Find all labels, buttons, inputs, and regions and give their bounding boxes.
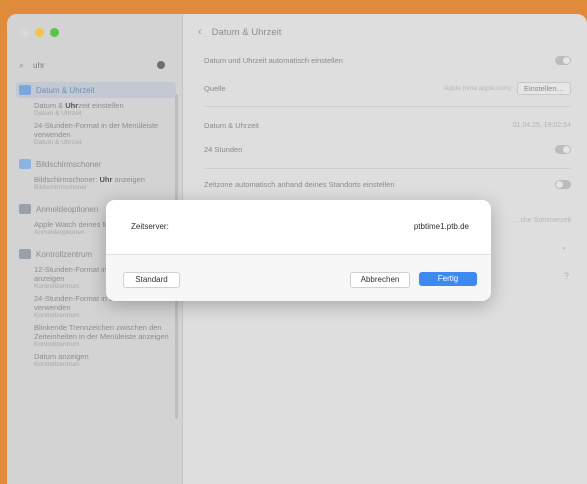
done-button[interactable]: Fertig bbox=[419, 272, 477, 286]
source-value: Apple (time.apple.com) bbox=[444, 85, 511, 92]
result-group: Bildschirmschoner Bildschirmschoner: Uhr … bbox=[16, 156, 176, 192]
search-input[interactable]: uhr bbox=[33, 61, 157, 70]
result-path: Kontrollzentrum bbox=[34, 341, 80, 348]
result-group: Datum & Uhrzeit Datum & Uhrzeit einstelle… bbox=[16, 82, 176, 147]
result-text: Blinkende Trennzeichen zwischen den Zeit… bbox=[34, 323, 169, 341]
dialog-separator bbox=[106, 254, 491, 255]
zoom-button[interactable] bbox=[50, 28, 59, 37]
result-match: Uhr bbox=[65, 101, 79, 110]
result-text: Datum & bbox=[34, 101, 66, 110]
back-chevron-icon[interactable]: ‹ bbox=[198, 26, 202, 38]
source-row: Quelle Apple (time.apple.com) Einstellen… bbox=[204, 82, 571, 95]
time-server-dialog: Zeitserver: ptbtime1.ptb.de Standard Abb… bbox=[106, 200, 491, 301]
timezone-toggle[interactable] bbox=[555, 180, 571, 189]
date-time-row: Datum & Uhrzeit 01.04.25, 19:02:54 bbox=[204, 121, 571, 130]
sidebar-item-label: Bildschirmschoner bbox=[36, 159, 102, 169]
time-server-input[interactable]: ptbtime1.ptb.de bbox=[414, 222, 469, 231]
sidebar-item-label: Kontrollzentrum bbox=[36, 249, 93, 259]
clear-search-icon[interactable] bbox=[157, 61, 165, 69]
result-match: Uhr bbox=[99, 175, 113, 184]
minimize-button[interactable] bbox=[35, 28, 44, 37]
dst-partial-label: …che Sommerzeit bbox=[513, 217, 571, 224]
sidebar-item[interactable]: Bildschirmschoner bbox=[16, 156, 176, 172]
page-title: Datum & Uhrzeit bbox=[211, 26, 282, 38]
timezone-label: Zeitzone automatisch anhand deines Stand… bbox=[204, 180, 395, 189]
search-result-entry[interactable]: 24-Stunden-Format in der Menüleiste verw… bbox=[34, 121, 176, 139]
sidebar-item[interactable]: Datum & Uhrzeit bbox=[16, 82, 176, 98]
result-path: Kontrollzentrum bbox=[34, 312, 80, 319]
sidebar-item-label: Datum & Uhrzeit bbox=[36, 85, 95, 95]
search-result-entry[interactable]: Bildschirmschoner: Uhr anzeigen bbox=[34, 175, 176, 184]
time-server-label: Zeitserver: bbox=[131, 222, 169, 231]
settings-pane-icon bbox=[19, 204, 31, 214]
h24-toggle[interactable] bbox=[555, 145, 571, 154]
auto-time-toggle[interactable] bbox=[555, 56, 571, 65]
search-result-entry[interactable]: Blinkende Trennzeichen zwischen den Zeit… bbox=[34, 323, 176, 341]
h24-label: 24 Stunden bbox=[204, 145, 243, 154]
result-text: anzeigen bbox=[112, 175, 145, 184]
search-result-entry[interactable]: Datum anzeigen bbox=[34, 352, 176, 361]
result-path: Kontrollzentrum bbox=[34, 361, 80, 368]
chevron-updown-icon[interactable]: ⌄ bbox=[561, 243, 567, 251]
toolbar: ‹ Datum & Uhrzeit bbox=[198, 26, 281, 38]
set-button[interactable]: Einstellen… bbox=[516, 82, 571, 95]
search-icon: ⌕ bbox=[19, 59, 25, 70]
result-text: zeit einstellen bbox=[78, 101, 124, 110]
result-text: Bildschirmschoner: bbox=[34, 175, 100, 184]
close-button[interactable] bbox=[20, 28, 29, 37]
date-time-value: 01.04.25, 19:02:54 bbox=[512, 122, 571, 129]
settings-pane-icon bbox=[19, 249, 31, 259]
search-result-entry[interactable]: Datum & Uhrzeit einstellen bbox=[34, 101, 176, 110]
search-field[interactable]: ⌕ uhr bbox=[19, 58, 165, 72]
window-controls bbox=[20, 28, 59, 37]
auto-time-row: Datum und Uhrzeit automatisch einstellen bbox=[204, 56, 571, 65]
standard-button[interactable]: Standard bbox=[123, 272, 180, 288]
settings-pane-icon bbox=[19, 85, 31, 95]
result-path: Datum & Uhrzeit bbox=[34, 139, 82, 146]
result-path: Datum & Uhrzeit bbox=[34, 110, 82, 117]
auto-time-label: Datum und Uhrzeit automatisch einstellen bbox=[204, 56, 343, 65]
divider bbox=[204, 168, 571, 169]
result-text: Datum anzeigen bbox=[34, 352, 89, 361]
sidebar-item-label: Anmeldeoptionen bbox=[36, 204, 99, 214]
result-text: 24-Stunden-Format in der Menüleiste verw… bbox=[34, 121, 159, 139]
timezone-row: Zeitzone automatisch anhand deines Stand… bbox=[204, 180, 571, 189]
date-time-label: Datum & Uhrzeit bbox=[204, 121, 260, 130]
divider bbox=[204, 106, 571, 107]
result-path: Bildschirmschoner bbox=[34, 184, 88, 191]
h24-row: 24 Stunden bbox=[204, 145, 571, 154]
help-icon[interactable]: ? bbox=[564, 271, 569, 281]
source-label: Quelle bbox=[204, 84, 226, 93]
cancel-button[interactable]: Abbrechen bbox=[350, 272, 410, 288]
settings-pane-icon bbox=[19, 159, 31, 169]
